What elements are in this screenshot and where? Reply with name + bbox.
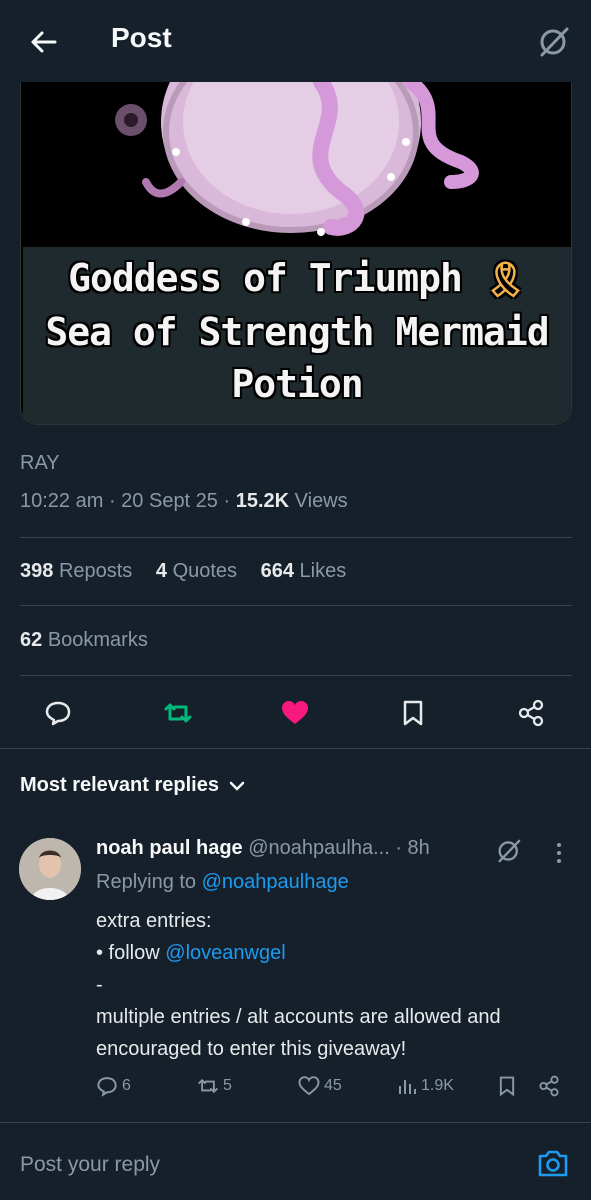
reply-like-button[interactable]: 45 — [298, 1072, 342, 1100]
potion-illustration — [115, 82, 479, 236]
more-options-button[interactable] — [549, 838, 569, 868]
analytics-icon — [399, 1080, 416, 1094]
views-count: 15.2K — [235, 490, 290, 512]
reply-body: extra entries: • follow @loveanwgel - mu… — [96, 910, 501, 1060]
bookmark-icon — [499, 1076, 515, 1097]
reply-input[interactable] — [20, 1148, 500, 1182]
chevron-down-icon — [229, 781, 245, 791]
likes-stat[interactable]: 664 Likes — [261, 560, 347, 582]
share-icon — [518, 699, 544, 727]
reply-author-handle[interactable]: @noahpaulha... — [248, 837, 390, 859]
reply-views-button[interactable]: 1.9K — [397, 1072, 454, 1100]
divider — [0, 1122, 591, 1123]
top-bar: Post — [0, 0, 591, 82]
reply-button[interactable] — [38, 693, 78, 733]
divider — [20, 675, 572, 676]
replying-to: Replying to @noahpaulhage — [96, 871, 349, 893]
grok-icon — [540, 27, 569, 57]
avatar[interactable] — [19, 838, 81, 900]
camera-button[interactable] — [535, 1145, 571, 1181]
back-button[interactable] — [22, 22, 66, 62]
more-dot — [557, 843, 561, 847]
reposts-stat[interactable]: 398 Reposts — [20, 560, 132, 582]
post-date: 20 Sept 25 — [121, 490, 218, 512]
reply-comment-button[interactable]: 6 — [96, 1072, 131, 1100]
share-icon — [539, 1075, 559, 1097]
bookmarks-stat[interactable]: 62 Bookmarks — [20, 629, 148, 652]
grok-button[interactable] — [534, 22, 574, 62]
like-button[interactable] — [275, 693, 315, 733]
reply-time: · 8h — [395, 837, 430, 859]
image-caption: Goddess of Triumph 🎗 Sea of Strength Mer… — [45, 256, 549, 406]
repost-icon — [198, 1078, 218, 1094]
camera-icon — [538, 1150, 568, 1177]
page-title: Post — [111, 22, 172, 53]
heart-icon — [298, 1076, 320, 1096]
bookmark-button[interactable] — [393, 693, 433, 733]
comment-icon — [45, 701, 71, 726]
post-author-text: RAY — [20, 452, 60, 474]
replies-sort-dropdown[interactable]: Most relevant replies — [20, 774, 245, 797]
divider — [20, 537, 572, 538]
post-time: 10:22 am — [20, 490, 104, 512]
post-image[interactable]: Goddess of Triumph 🎗 Sea of Strength Mer… — [20, 82, 572, 425]
reply-bookmark-button[interactable] — [497, 1072, 517, 1100]
share-button[interactable] — [511, 693, 551, 733]
mention-link[interactable]: @loveanwgel — [165, 942, 285, 964]
arrow-left-icon — [31, 31, 57, 53]
avatar-image — [19, 838, 81, 900]
reply-header: noah paul hage @noahpaulha... · 8h — [96, 837, 430, 860]
more-dot — [557, 851, 561, 855]
repost-button[interactable] — [158, 693, 198, 733]
ribbon-emoji: 🎗 — [483, 260, 527, 300]
quotes-stat[interactable]: 4 Quotes — [156, 560, 237, 582]
reply-author-name[interactable]: noah paul hage — [96, 837, 243, 859]
divider — [20, 605, 572, 606]
reply-share-button[interactable] — [538, 1072, 560, 1100]
bookmark-icon — [403, 700, 423, 726]
post-meta: 10:22 am · 20 Sept 25 · 15.2K Views — [20, 490, 348, 512]
reply-grok-button[interactable] — [493, 835, 525, 867]
repost-icon — [164, 703, 192, 723]
views-label: Views — [294, 490, 348, 512]
reply-repost-button[interactable]: 5 — [197, 1072, 232, 1100]
comment-icon — [97, 1077, 117, 1097]
divider — [0, 748, 591, 749]
post-stats: 398 Reposts 4 Quotes 664 Likes — [20, 560, 364, 583]
replying-to-link[interactable]: @noahpaulhage — [202, 871, 349, 893]
heart-filled-icon — [282, 701, 308, 724]
more-dot — [557, 859, 561, 863]
grok-icon — [498, 839, 521, 863]
